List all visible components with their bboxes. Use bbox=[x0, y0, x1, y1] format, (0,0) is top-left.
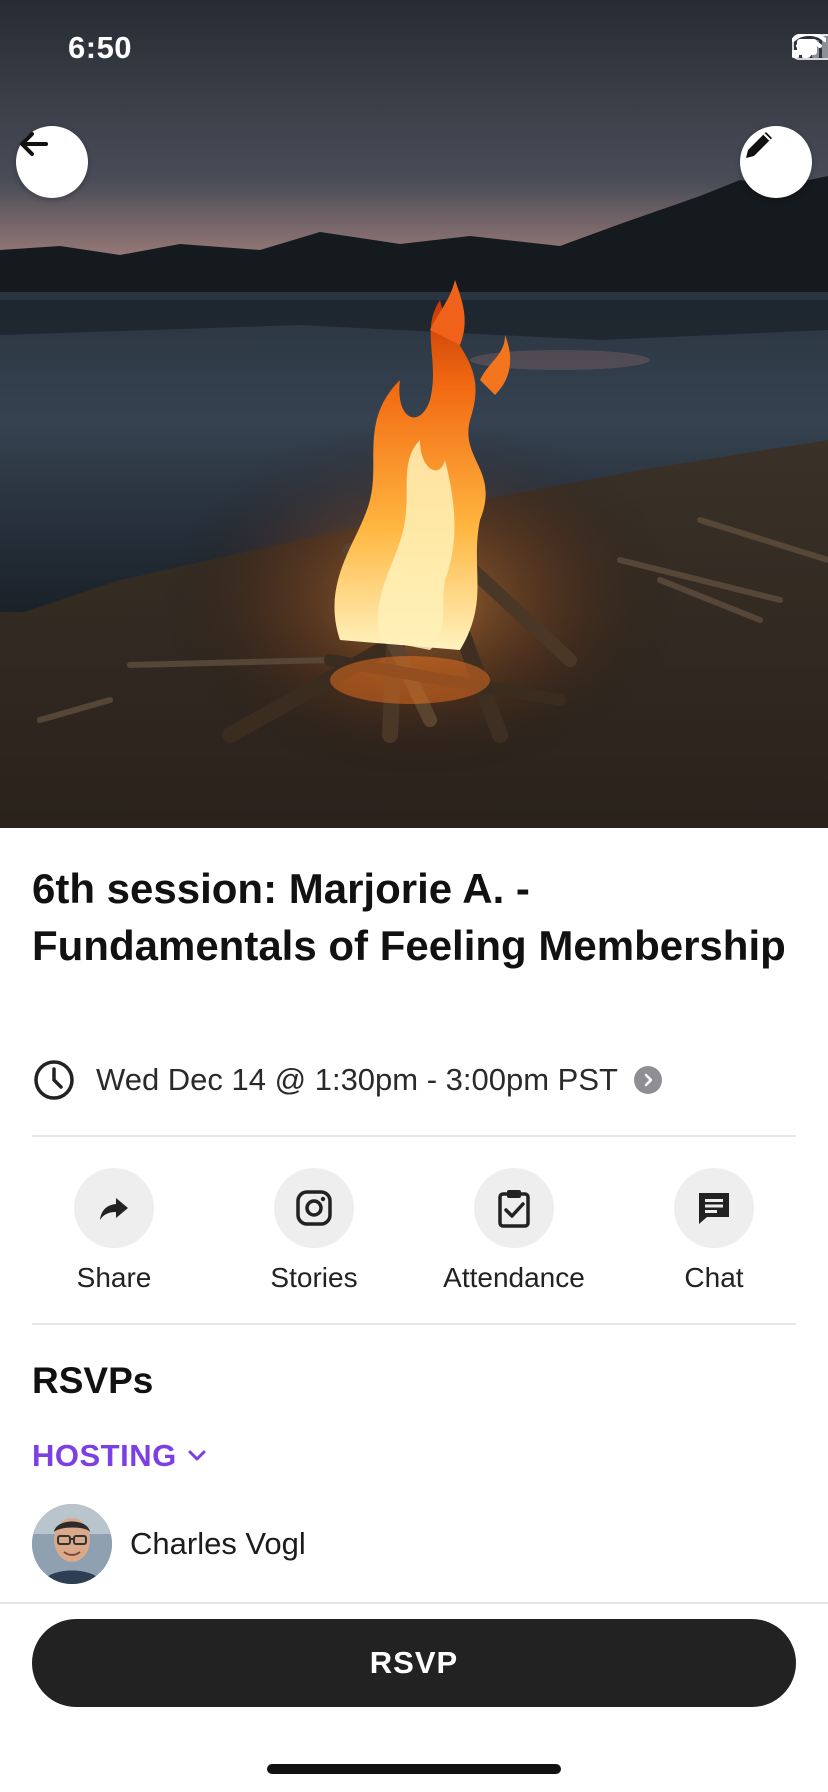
stories-action[interactable]: Stories bbox=[214, 1168, 414, 1294]
clipboard-check-icon bbox=[498, 1190, 530, 1228]
divider bbox=[32, 1323, 796, 1325]
status-time: 6:50 bbox=[68, 30, 133, 65]
attendance-bubble[interactable] bbox=[474, 1168, 554, 1248]
back-button[interactable] bbox=[16, 126, 88, 198]
chat-bubble[interactable] bbox=[674, 1168, 754, 1248]
share-bubble[interactable] bbox=[74, 1168, 154, 1248]
host-list-item[interactable]: Charles Vogl bbox=[32, 1504, 306, 1584]
chevron-right-icon bbox=[633, 1066, 662, 1094]
share-arrow-icon bbox=[100, 1198, 128, 1220]
event-title: 6th session: Marjorie A. - Fundamentals … bbox=[32, 865, 786, 969]
pencil-icon bbox=[746, 132, 772, 158]
instagram-icon bbox=[296, 1190, 332, 1226]
host-name: Charles Vogl bbox=[130, 1526, 306, 1561]
event-datetime-row[interactable]: Wed Dec 14 @ 1:30pm - 3:00pm PST bbox=[32, 1058, 662, 1102]
share-label: Share bbox=[76, 1262, 152, 1293]
chat-action[interactable]: Chat bbox=[614, 1168, 814, 1294]
chat-bubble-icon bbox=[699, 1193, 729, 1224]
hosting-label: HOSTING bbox=[32, 1438, 177, 1473]
home-indicator[interactable] bbox=[267, 1764, 561, 1774]
chevron-down-icon bbox=[188, 1450, 206, 1461]
share-action[interactable]: Share bbox=[14, 1168, 214, 1294]
divider bbox=[32, 1135, 796, 1137]
attendance-action[interactable]: Attendance bbox=[414, 1168, 614, 1294]
edit-button[interactable] bbox=[740, 126, 812, 198]
attendance-label: Attendance bbox=[443, 1262, 585, 1293]
hero-image: 6:50 bbox=[0, 0, 828, 828]
arrow-left-icon bbox=[20, 132, 48, 156]
event-datetime: Wed Dec 14 @ 1:30pm - 3:00pm PST bbox=[96, 1062, 618, 1097]
clock-icon bbox=[34, 1060, 74, 1100]
hosting-filter[interactable]: HOSTING bbox=[32, 1438, 207, 1474]
person-photo bbox=[32, 1504, 112, 1584]
campfire-illustration bbox=[0, 0, 828, 828]
battery-icon bbox=[792, 34, 828, 60]
avatar[interactable] bbox=[32, 1504, 112, 1584]
rsvp-button[interactable]: RSVP bbox=[32, 1619, 796, 1707]
rsvp-button-label: RSVP bbox=[369, 1645, 459, 1680]
stories-bubble[interactable] bbox=[274, 1168, 354, 1248]
chat-label: Chat bbox=[684, 1262, 744, 1293]
stories-label: Stories bbox=[270, 1262, 358, 1293]
action-row: Share Stories Attendance Chat bbox=[0, 1168, 828, 1300]
rsvps-heading: RSVPs bbox=[32, 1360, 154, 1401]
